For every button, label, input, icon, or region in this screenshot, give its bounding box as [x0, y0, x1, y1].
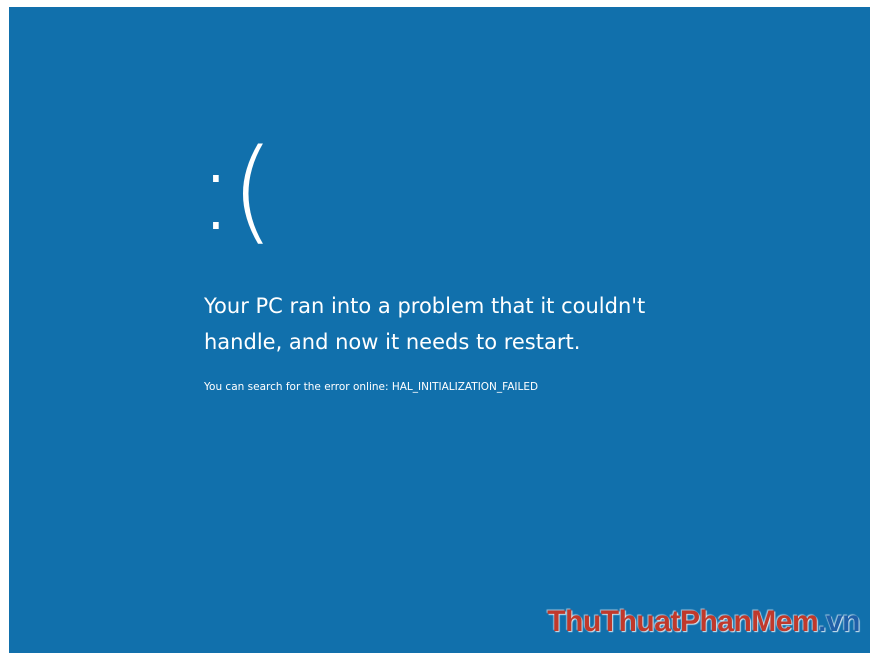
- error-code-hint: You can search for the error online: HAL…: [204, 381, 539, 393]
- watermark-part-thuthuat: ThuThuat: [547, 605, 680, 638]
- sad-face-emoticon: :(: [197, 126, 274, 256]
- watermark-part-phanmem: PhanMem: [679, 605, 819, 638]
- site-watermark: ThuThuatPhanMem.vn: [547, 605, 860, 639]
- watermark-part-domain: .vn: [818, 605, 860, 638]
- bsod-screen: :( Your PC ran into a problem that it co…: [9, 7, 870, 653]
- error-message: Your PC ran into a problem that it could…: [204, 294, 646, 354]
